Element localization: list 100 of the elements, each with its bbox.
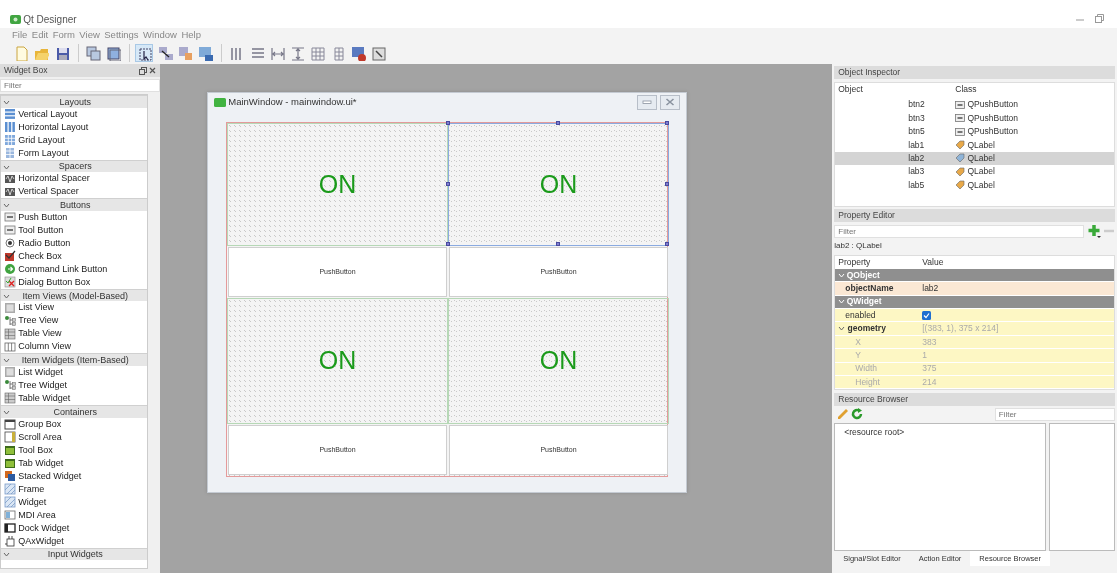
tree-row[interactable]: btn3 QPushButton xyxy=(835,111,1114,125)
widget-item[interactable]: Horizontal Layout xyxy=(1,120,147,134)
widget-item[interactable]: Vertical Layout xyxy=(1,107,147,121)
minimize-button[interactable] xyxy=(637,94,657,110)
widget-item[interactable]: Table View xyxy=(1,327,147,341)
property-row[interactable]: objectName lab2 xyxy=(835,282,1114,296)
selection-handle[interactable] xyxy=(555,121,560,125)
widget-item[interactable]: Table Widget xyxy=(1,391,147,405)
spring-icon xyxy=(4,172,16,185)
minimize-icon xyxy=(642,99,652,105)
category-header[interactable]: Input Widgets xyxy=(1,547,147,561)
panel-title: Widget Box xyxy=(4,64,48,77)
chevron-icon xyxy=(3,551,11,559)
widget-item[interactable]: Dock Widget xyxy=(1,521,147,535)
tree-icon xyxy=(4,314,16,327)
widget-item[interactable]: Tool Button xyxy=(1,223,147,237)
tree-row[interactable]: lab1 QLabel xyxy=(835,138,1114,152)
widget-item[interactable]: Group Box xyxy=(1,417,147,431)
widget-item[interactable]: Dialog Button Box xyxy=(1,275,147,289)
chevron-icon xyxy=(3,357,11,365)
chevron-icon xyxy=(3,98,11,106)
widget-item[interactable]: List View xyxy=(1,301,147,315)
selection-handle[interactable] xyxy=(665,181,669,186)
category-header[interactable]: Containers xyxy=(1,404,147,418)
widget-item[interactable]: Grid Layout xyxy=(1,133,147,147)
widget-item[interactable]: Frame xyxy=(1,482,147,496)
chevron-icon xyxy=(838,325,846,333)
restore-icon xyxy=(1093,14,1104,24)
column-header[interactable]: Class xyxy=(955,82,977,96)
widget-item[interactable]: Tree View xyxy=(1,314,147,328)
widget-item[interactable]: Check Box xyxy=(1,249,147,263)
widget-item[interactable]: Widget xyxy=(1,495,147,509)
cross-icon xyxy=(4,276,16,289)
tree-item[interactable]: <resource root> xyxy=(844,426,1046,440)
panel-title: Resource Browser xyxy=(834,392,1115,406)
selection-handle[interactable] xyxy=(446,121,450,125)
widget-item[interactable]: Tool Box xyxy=(1,443,147,457)
selection-handle[interactable] xyxy=(665,242,669,246)
widget-item[interactable]: Tab Widget xyxy=(1,456,147,470)
button-icon xyxy=(4,211,16,224)
chevron-icon xyxy=(3,163,11,171)
chevron-icon xyxy=(837,271,845,279)
folder-icon xyxy=(4,457,16,470)
tree-row[interactable]: lab3 QLabel xyxy=(835,165,1114,179)
column-header[interactable]: Object xyxy=(835,82,956,96)
plug-icon xyxy=(4,535,16,548)
property-row[interactable]: geometry [(383, 1), 375 x 214] xyxy=(835,322,1114,336)
property-row[interactable]: enabled xyxy=(835,309,1114,323)
tree-icon xyxy=(4,379,16,392)
radio-icon xyxy=(4,237,16,250)
widget-item[interactable]: MDI Area xyxy=(1,508,147,522)
filter-field[interactable]: Filter xyxy=(0,79,160,92)
plus-icon xyxy=(1086,224,1101,238)
category-header[interactable]: Item Widgets (Item-Based) xyxy=(1,353,147,366)
widget-item[interactable]: Form Layout xyxy=(1,146,147,160)
widget-item[interactable]: Command Link Button xyxy=(1,262,147,276)
close-button[interactable] xyxy=(660,94,680,110)
column-header[interactable]: Property xyxy=(835,255,923,268)
button-icon xyxy=(4,224,16,237)
reload-icon xyxy=(850,408,863,421)
widget-item[interactable]: Stacked Widget xyxy=(1,469,147,483)
split-horizontal-icon xyxy=(268,45,285,61)
tree-row[interactable]: btn5 QPushButton xyxy=(835,124,1114,139)
widget-item[interactable]: QAxWidget xyxy=(1,534,147,548)
button-icon xyxy=(955,113,966,124)
checkbox[interactable] xyxy=(922,310,932,320)
widget-item[interactable]: Scroll Area xyxy=(1,430,147,444)
category-header[interactable]: Buttons xyxy=(1,198,147,211)
columns-icon xyxy=(4,340,16,353)
table-icon xyxy=(4,392,16,405)
selection-handle[interactable] xyxy=(446,181,450,186)
tree-row[interactable]: lab2 QLabel xyxy=(835,151,1114,166)
filter-field[interactable]: Filter xyxy=(994,407,1115,421)
selection-handle[interactable] xyxy=(446,242,450,246)
table-icon xyxy=(4,327,16,340)
folder-icon xyxy=(4,444,16,457)
widget-item[interactable]: Tree Widget xyxy=(1,378,147,392)
tree-row[interactable]: btn2 QPushButton xyxy=(835,98,1114,112)
widget-item[interactable]: List Widget xyxy=(1,365,147,379)
grid-icon xyxy=(309,45,326,61)
column-header[interactable]: Value xyxy=(922,255,944,268)
category-header[interactable]: Spacers xyxy=(1,159,147,173)
widget-item[interactable]: Vertical Spacer xyxy=(1,185,147,199)
subject-label: lab2 : QLabel xyxy=(834,240,883,253)
window-title: Qt Designer xyxy=(23,12,77,27)
form-title: MainWindow - mainwindow.ui* xyxy=(228,94,357,109)
frame-icon xyxy=(4,418,16,431)
selection-handle[interactable] xyxy=(665,121,669,125)
category-header[interactable]: Layouts xyxy=(1,95,147,108)
widget-item[interactable]: Radio Button xyxy=(1,236,147,250)
selection-handle[interactable] xyxy=(555,242,560,246)
widget-item[interactable]: Horizontal Spacer xyxy=(1,172,147,186)
widget-item[interactable]: Column View xyxy=(1,340,147,354)
category-header[interactable]: Item Views (Model-Based) xyxy=(1,288,147,302)
widget-item[interactable]: Push Button xyxy=(1,210,147,224)
filter-field[interactable]: Filter xyxy=(834,224,1085,238)
tree-row[interactable]: lab5 QLabel xyxy=(835,178,1114,192)
window-icon xyxy=(84,45,101,61)
grid-icon xyxy=(4,134,16,147)
new-file-icon xyxy=(13,45,29,61)
